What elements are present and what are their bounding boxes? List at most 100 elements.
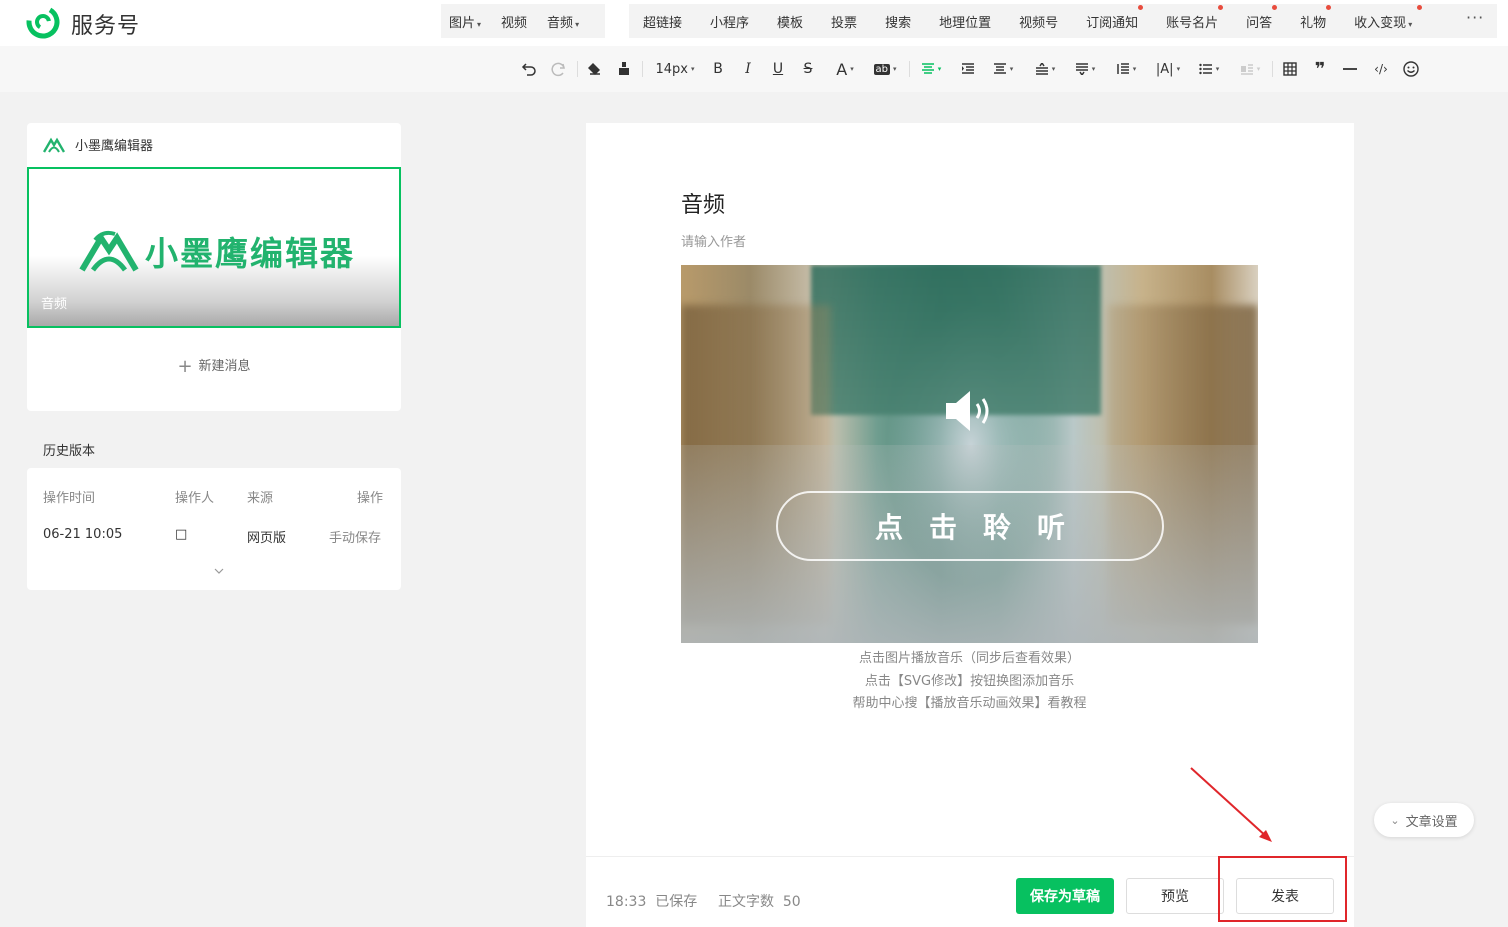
xiaomoying-logo-icon	[79, 230, 139, 272]
underline-button[interactable]: U	[769, 59, 787, 79]
insert-image-menu[interactable]: 图片 ▾	[441, 12, 489, 31]
strikethrough-button[interactable]: S	[799, 59, 817, 79]
italic-button[interactable]: I	[739, 59, 757, 79]
history-row-operator: □	[175, 527, 188, 542]
notification-dot	[1417, 4, 1423, 10]
cover-brand: 小墨鹰编辑器	[79, 227, 355, 275]
audio-cover-image[interactable]: 点击聆听	[681, 265, 1258, 643]
insert-template-button[interactable]: 模板	[763, 12, 817, 31]
speaker-icon	[946, 391, 989, 431]
insert-vote-button[interactable]: 投票	[817, 12, 871, 31]
align-center-icon[interactable]: ▾	[916, 59, 946, 79]
code-icon[interactable]: ‹/›	[1370, 59, 1392, 79]
save-draft-button[interactable]: 保存为草稿	[1016, 878, 1114, 914]
xiaomoying-logo-icon	[43, 137, 65, 153]
insert-extra-group: 超链接 小程序 模板 投票 搜索 地理位置 视频号 订阅通知 账号名片 问答 礼…	[629, 4, 1497, 38]
insert-media-group: 图片 ▾ 视频 音频 ▾	[441, 4, 605, 38]
double-chevron-down-icon: ⌄	[1390, 813, 1400, 827]
editor-source-header: 小墨鹰编辑器	[43, 135, 153, 154]
undo-icon[interactable]	[519, 59, 539, 79]
chevron-down-icon: ▾	[850, 65, 854, 73]
caption-line-3: 帮助中心搜【播放音乐动画效果】看教程	[852, 696, 1087, 711]
chevron-down-icon[interactable]	[214, 566, 224, 576]
plus-icon: +	[177, 356, 193, 377]
toolbar-divider	[577, 61, 578, 77]
top-header: 服务号 图片 ▾ 视频 音频 ▾ 超链接 小程序 模板 投票 搜索 地理位置 视频号…	[0, 0, 1508, 46]
chevron-down-icon: ▾	[892, 65, 897, 73]
history-title: 历史版本	[43, 444, 96, 459]
insert-miniprogram-button[interactable]: 小程序	[696, 12, 763, 31]
insert-audio-menu[interactable]: 音频 ▾	[539, 12, 587, 31]
insert-qa-button[interactable]: 问答	[1232, 4, 1286, 31]
publish-highlight-box	[1218, 856, 1347, 922]
notification-dot	[1272, 4, 1278, 10]
click-to-listen-button[interactable]: 点击聆听	[776, 491, 1164, 561]
font-size-select[interactable]: 14px ▾	[652, 59, 698, 79]
spacing-before-icon[interactable]: ▾	[1030, 59, 1060, 79]
insert-account-card-button[interactable]: 账号名片	[1152, 4, 1232, 31]
history-row-time: 06-21 10:05	[43, 527, 123, 542]
preview-button[interactable]: 预览	[1126, 878, 1224, 914]
article-title-input[interactable]: 音频	[681, 187, 725, 219]
article-list-card: 小墨鹰编辑器 小墨鹰编辑器 音频 + 新建消息	[27, 123, 401, 411]
background-color-button[interactable]: ab ▾	[870, 59, 900, 79]
insert-channels-button[interactable]: 视频号	[1005, 12, 1072, 31]
cover-brand-text: 小墨鹰编辑器	[145, 234, 355, 273]
history-header-operator: 操作人	[175, 491, 215, 506]
chevron-down-icon: ▾	[690, 65, 695, 73]
history-header-action: 操作	[357, 491, 384, 506]
letter-spacing-icon[interactable]: |A| ▾	[1152, 59, 1184, 79]
chevron-down-icon: ▾	[477, 19, 482, 29]
caption-line-1: 点击图片播放音乐（同步后查看效果）	[858, 651, 1080, 666]
bold-button[interactable]: B	[709, 59, 727, 79]
insert-hyperlink-button[interactable]: 超链接	[629, 12, 696, 31]
history-header-time: 操作时间	[43, 491, 96, 506]
cover-article-title: 音频	[41, 297, 68, 312]
history-row-source: 网页版	[247, 531, 287, 546]
font-color-button[interactable]: A ▾	[831, 59, 859, 79]
insert-location-button[interactable]: 地理位置	[925, 12, 1005, 31]
insert-video-button[interactable]: 视频	[489, 12, 539, 31]
chevron-down-icon: ▾	[575, 19, 580, 29]
insert-gift-button[interactable]: 礼物	[1286, 4, 1340, 31]
history-restore-link[interactable]: 手动保存	[329, 527, 381, 546]
editor-source-name: 小墨鹰编辑器	[75, 139, 154, 154]
notification-dot	[1218, 4, 1224, 10]
word-count: 正文字数 50	[718, 894, 801, 910]
table-icon[interactable]	[1280, 59, 1300, 79]
emoji-icon[interactable]	[1401, 59, 1421, 79]
insert-monetize-menu[interactable]: 收入变现 ▾	[1340, 4, 1426, 31]
author-input[interactable]: 请输入作者	[681, 231, 746, 250]
history-card: 操作时间 操作人 来源 操作 06-21 10:05 □ 网页版 手动保存	[27, 468, 401, 590]
notification-dot	[1138, 4, 1144, 10]
save-status: 18:33 已保存	[606, 894, 698, 910]
red-arrow-annotation	[1190, 767, 1272, 842]
new-message-button[interactable]: + 新建消息	[27, 355, 401, 377]
float-icon[interactable]: ▾	[1235, 59, 1265, 79]
more-options-icon[interactable]: ···	[1466, 8, 1484, 27]
insert-subscribe-notice-button[interactable]: 订阅通知	[1072, 4, 1152, 31]
toolbar-divider	[1272, 61, 1273, 77]
format-painter-icon[interactable]	[614, 59, 634, 79]
insert-search-button[interactable]: 搜索	[871, 12, 925, 31]
indent-icon[interactable]	[958, 59, 978, 79]
redo-icon[interactable]	[549, 59, 569, 79]
quote-icon[interactable]: ❞	[1310, 59, 1330, 80]
caption-line-2: 点击【SVG修改】按钮换图添加音乐	[864, 674, 1075, 689]
article-cover-item[interactable]: 小墨鹰编辑器 音频	[27, 167, 401, 328]
line-height-icon[interactable]: ▾	[1111, 59, 1141, 79]
article-settings-button[interactable]: ⌄ 文章设置	[1374, 803, 1474, 837]
format-toolbar: 14px ▾ B I U S A ▾ ab ▾ ▾ ▾ ▾ ▾ ▾ |A| ▾ ▾ ▾ …	[0, 46, 1508, 92]
eraser-icon[interactable]	[584, 59, 604, 79]
toolbar-divider	[909, 61, 910, 77]
brand-title: 服务号	[71, 14, 141, 39]
chevron-down-icon: ▾	[1408, 19, 1413, 29]
toolbar-divider	[642, 61, 643, 77]
history-header-source: 来源	[247, 491, 274, 506]
list-icon[interactable]: ▾	[1194, 59, 1224, 79]
divider-line-icon[interactable]	[1340, 59, 1360, 79]
service-account-logo-icon	[26, 5, 60, 39]
notification-dot	[1326, 4, 1332, 10]
spacing-after-icon[interactable]: ▾	[1070, 59, 1100, 79]
paragraph-spacing-icon[interactable]: ▾	[988, 59, 1018, 79]
